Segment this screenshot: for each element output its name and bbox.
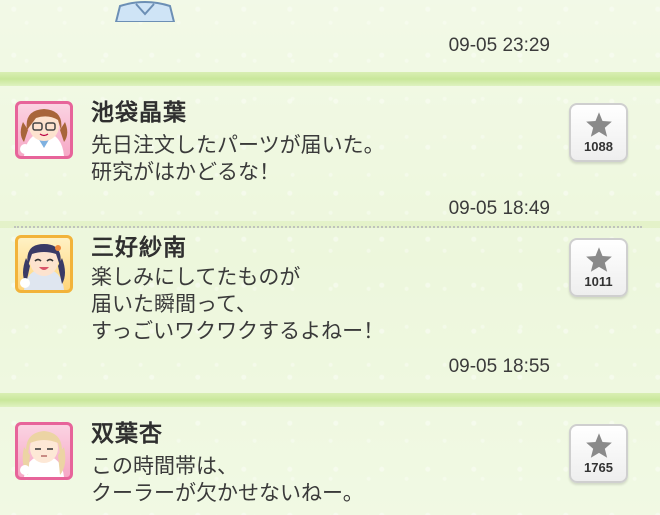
post-card: 三好紗南 楽しみにしてたものが 届いた瞬間って、 すっごいワクワクするよねー！ … [0,228,660,393]
post-separator [0,72,660,86]
post-separator [0,393,660,407]
message-line: 楽しみにしてたものが [91,265,301,289]
post-card-partial: 09-05 23:29 [0,0,660,72]
flower-icon [20,278,30,288]
flower-icon [20,144,30,154]
message-line: 先日注文したパーツが届いた。 [91,133,385,157]
favorite-button[interactable]: 1765 [569,424,628,483]
character-avatar[interactable] [15,101,73,159]
character-name: 池袋晶葉 [91,100,187,126]
post-message: 楽しみにしてたものが 届いた瞬間って、 すっごいワクワクするよねー！ [91,264,384,345]
favorite-count: 1011 [584,274,613,289]
post-timestamp: 09-05 18:49 [448,198,550,219]
post-message: この時間帯は、 クーラーが欠かせないねー。 [91,453,364,507]
flower-icon [20,465,30,475]
message-line: 研究がはかどるな！ [91,160,280,184]
favorite-count: 1765 [584,460,613,475]
star-icon [586,433,612,458]
message-line: すっごいワクワクするよねー！ [91,319,385,343]
character-avatar-partial [114,1,176,22]
message-line: 届いた瞬間って、 [91,292,257,316]
favorite-button[interactable]: 1088 [569,103,628,162]
star-icon [586,247,612,272]
post-card: 双葉杏 この時間帯は、 クーラーが欠かせないねー。 1765 [0,407,660,515]
post-timestamp: 09-05 18:55 [448,356,550,377]
message-line: クーラーが欠かせないねー。 [91,481,364,505]
star-icon [586,112,612,137]
character-name: 三好紗南 [91,235,187,261]
character-avatar[interactable] [15,235,73,293]
favorite-count: 1088 [584,139,613,154]
post-card: 池袋晶葉 先日注文したパーツが届いた。 研究がはかどるな！ 1088 09-05… [0,86,660,221]
post-message: 先日注文したパーツが届いた。 研究がはかどるな！ [91,132,385,186]
favorite-button[interactable]: 1011 [569,238,628,297]
character-name: 双葉杏 [91,421,163,447]
message-line: この時間帯は、 [91,454,238,478]
character-avatar[interactable] [15,422,73,480]
post-timestamp: 09-05 23:29 [448,35,550,56]
